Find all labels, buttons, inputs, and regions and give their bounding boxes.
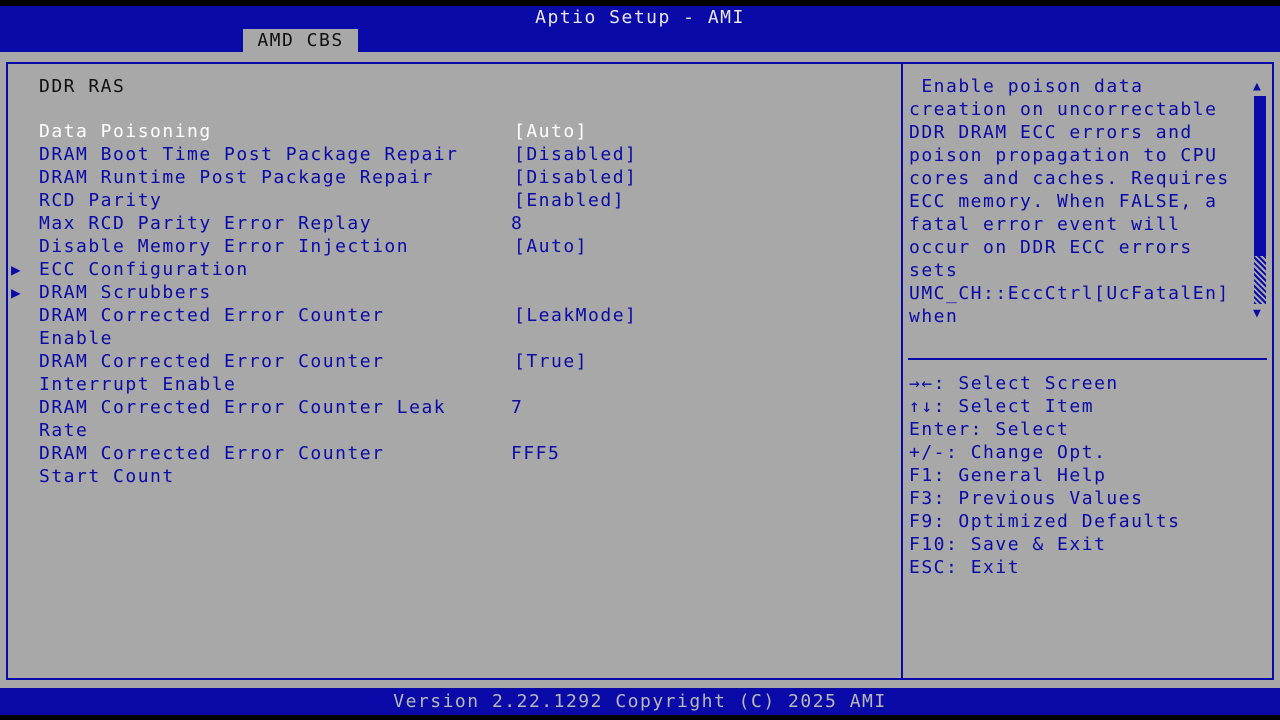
key-label: →←: [909,373,947,394]
tab-amd-cbs[interactable]: AMD CBS [243,29,358,52]
key-label: F10: [909,534,959,555]
submenu-arrow-icon: ▶ [11,260,21,279]
key-desc: Optimized Defaults [958,511,1181,532]
setting-boot-time-ppr[interactable]: DRAM Boot Time Post Package Repair [39,143,458,166]
help-line: cores and caches. Requires [909,168,1230,189]
help-line: poison propagation to CPU [909,145,1218,166]
key-legend-select-screen: →←: Select Screen [909,372,1119,395]
key-label: F3: [909,488,947,509]
submenu-dram-scrubbers[interactable]: DRAM Scrubbers [39,281,212,304]
key-desc: Previous Values [958,488,1144,509]
setting-runtime-ppr[interactable]: DRAM Runtime Post Package Repair [39,166,434,189]
help-line: UMC_CH::EccCtrl[UcFatalEn] [909,283,1230,304]
key-label: Enter: [909,419,984,440]
section-title: DDR RAS [39,76,126,97]
value-rcd-parity[interactable]: [Enabled] [514,189,625,212]
key-legend-f3: F3: Previous Values [909,487,1143,510]
title-bar: Aptio Setup - AMI AMD CBS [0,6,1280,52]
setting-cec-start-count-line2[interactable]: Start Count [39,465,175,488]
key-label: F1: [909,465,947,486]
setting-cec-interrupt-line2[interactable]: Interrupt Enable [39,373,236,396]
setting-rcd-parity[interactable]: RCD Parity [39,189,162,212]
scroll-down-icon[interactable]: ▼ [1253,307,1261,321]
value-cec-interrupt[interactable]: [True] [514,350,588,373]
help-line: ECC memory. When FALSE, a [909,191,1218,212]
key-desc: Save & Exit [970,534,1107,555]
key-label: +/-: [909,442,959,463]
app-title: Aptio Setup - AMI [535,7,745,28]
key-legend-esc: ESC: Exit [909,556,1020,579]
value-cec-enable[interactable]: [LeakMode] [514,304,637,327]
setting-cec-enable[interactable]: DRAM Corrected Error Counter [39,304,384,327]
key-desc: Select Screen [958,373,1119,394]
version-copyright: Version 2.22.1292 Copyright (C) 2025 AMI [393,691,887,712]
help-line: occur on DDR ECC errors [909,237,1193,258]
key-desc: Select Item [958,396,1095,417]
key-legend-f10: F10: Save & Exit [909,533,1106,556]
value-max-rcd-replay[interactable]: 8 [511,212,523,235]
scroll-up-icon[interactable]: ▲ [1253,80,1261,94]
value-data-poisoning[interactable]: [Auto] [514,120,588,143]
help-line: fatal error event will [909,214,1181,235]
setting-max-rcd-replay[interactable]: Max RCD Parity Error Replay [39,212,372,235]
key-desc: Exit [970,557,1021,578]
key-legend-enter: Enter: Select [909,418,1069,441]
setting-cec-interrupt[interactable]: DRAM Corrected Error Counter [39,350,384,373]
setting-data-poisoning[interactable]: Data Poisoning [39,120,212,143]
setting-cec-leak-rate[interactable]: DRAM Corrected Error Counter Leak [39,396,446,419]
setting-cec-enable-line2[interactable]: Enable [39,327,113,350]
key-legend-f1: F1: General Help [909,464,1106,487]
help-line: Enable poison data [909,76,1144,97]
key-desc: Change Opt. [970,442,1107,463]
help-scrollbar-thumb[interactable] [1254,96,1266,256]
setting-cec-leak-rate-line2[interactable]: Rate [39,419,88,442]
setting-disable-error-injection[interactable]: Disable Memory Error Injection [39,235,409,258]
key-legend-change-opt: +/-: Change Opt. [909,441,1106,464]
key-label: ESC: [909,557,959,578]
help-line: when [909,306,959,327]
key-legend-select-item: ↑↓: Select Item [909,395,1094,418]
key-label: F9: [909,511,947,532]
help-line: sets [909,260,959,281]
value-cec-leak-rate[interactable]: 7 [511,396,523,419]
value-disable-error-injection[interactable]: [Auto] [514,235,588,258]
value-runtime-ppr[interactable]: [Disabled] [514,166,637,189]
footer-bar: Version 2.22.1292 Copyright (C) 2025 AMI [0,688,1280,715]
submenu-arrow-icon: ▶ [11,283,21,302]
submenu-ecc-configuration[interactable]: ECC Configuration [39,258,249,281]
value-boot-time-ppr[interactable]: [Disabled] [514,143,637,166]
setting-cec-start-count[interactable]: DRAM Corrected Error Counter [39,442,384,465]
value-cec-start-count[interactable]: FFF5 [511,442,560,465]
key-desc: General Help [958,465,1107,486]
help-divider [908,358,1267,360]
key-desc: Select [995,419,1070,440]
help-line: DDR DRAM ECC errors and [909,122,1193,143]
key-label: ↑↓: [909,396,947,417]
bottom-border [0,715,1280,720]
help-line: creation on uncorrectable [909,99,1218,120]
key-legend-f9: F9: Optimized Defaults [909,510,1180,533]
